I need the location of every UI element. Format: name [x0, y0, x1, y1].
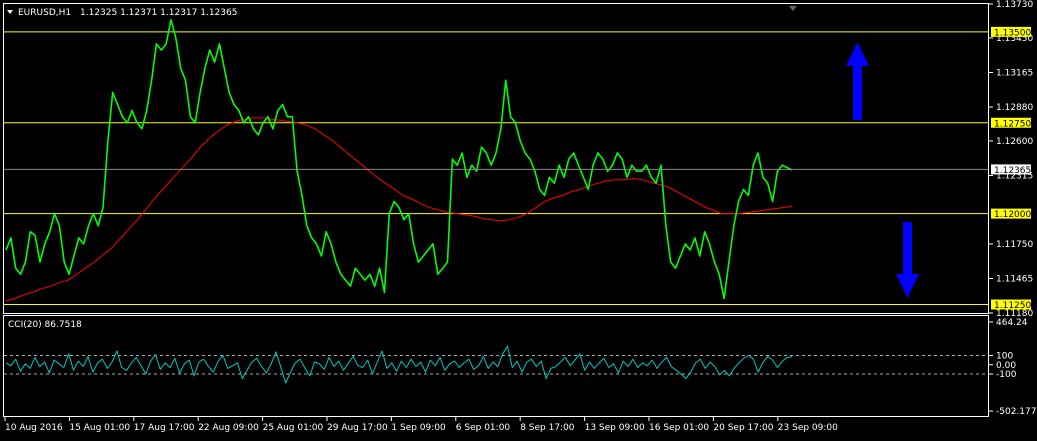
- time-axis-label: 13 Sep 09:00: [585, 423, 645, 433]
- time-axis-label: 6 Sep 01:00: [456, 423, 511, 433]
- price-axis-label: 1.13730: [996, 0, 1033, 10]
- time-axis-label: 22 Aug 09:00: [198, 423, 259, 433]
- current-price-label: 1.12365: [994, 166, 1031, 176]
- chart-symbol: EURUSD,H1: [18, 8, 71, 18]
- time-axis-label: 1 Sep 09:00: [391, 423, 446, 433]
- price-axis: 1.137301.134501.131651.128801.126001.123…: [989, 0, 1033, 319]
- price-axis-label: 1.13165: [996, 68, 1033, 78]
- chart-root: EURUSD,H1 1.12325 1.12371 1.12317 1.1236…: [3, 0, 1037, 433]
- time-axis-label: 20 Sep 17:00: [713, 423, 773, 433]
- indicator-label: CCI(20) 86.7518: [8, 320, 82, 330]
- price-axis-label: 1.11750: [996, 240, 1033, 250]
- chart-ohlc: 1.12325 1.12371 1.12317 1.12365: [80, 8, 237, 18]
- price-axis-label: 1.12600: [996, 137, 1033, 147]
- time-axis-label: 29 Aug 17:00: [327, 423, 388, 433]
- price-axis-label: 1.11465: [996, 274, 1033, 284]
- price-series: [5, 18, 793, 300]
- dropdown-arrow-icon[interactable]: [7, 10, 13, 14]
- indicator-frame: [3, 315, 989, 417]
- main-chart-frame: [3, 3, 989, 314]
- price-axis-label: 1.12880: [996, 103, 1033, 113]
- level-label: 1.13500: [994, 28, 1031, 38]
- time-axis-label: 23 Sep 09:00: [778, 423, 838, 433]
- time-axis-label: 17 Aug 17:00: [134, 423, 195, 433]
- level-label: 1.12750: [994, 119, 1031, 129]
- price-line: [5, 18, 793, 300]
- level-label: 1.11250: [994, 301, 1031, 311]
- time-axis-label: 25 Aug 01:00: [263, 423, 324, 433]
- shift-marker-icon: [789, 6, 797, 11]
- cci-axis-label: -100: [996, 370, 1017, 380]
- cci-axis-label: 464.24: [996, 318, 1028, 328]
- cci-series: [5, 345, 793, 384]
- level-label: 1.12000: [994, 210, 1031, 220]
- cci-line: [5, 345, 793, 384]
- time-axis-label: 8 Sep 17:00: [520, 423, 575, 433]
- cci-axis-label: -502.1773: [996, 407, 1037, 417]
- up-arrow-icon: [846, 42, 869, 120]
- time-axis-label: 15 Aug 01:00: [69, 423, 130, 433]
- current-price-marker: 1.12365: [4, 164, 1031, 176]
- cci-axis: 464.241000.00-100-502.1773: [989, 318, 1037, 417]
- time-axis: 10 Aug 2016 15 Aug 01:00 17 Aug 17:00 22 Au…: [4, 417, 838, 433]
- time-axis-label: 10 Aug 2016: [5, 423, 63, 433]
- time-axis-label: 16 Sep 01:00: [649, 423, 709, 433]
- down-arrow-icon: [896, 222, 919, 298]
